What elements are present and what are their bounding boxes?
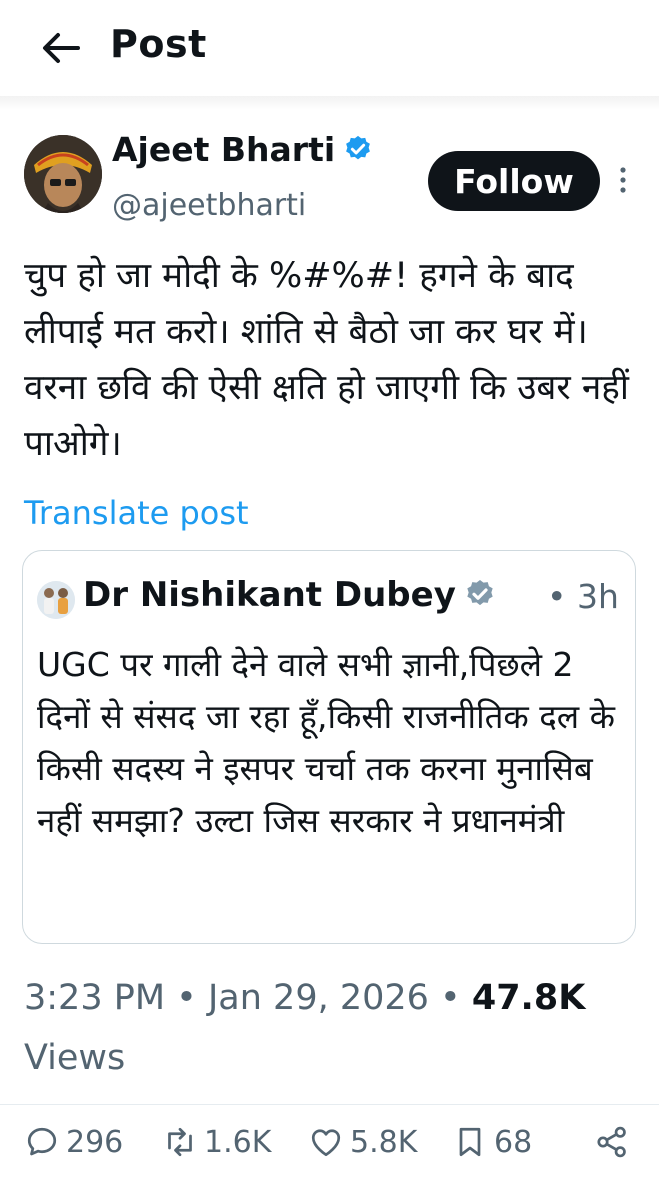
quoted-avatar-image bbox=[37, 581, 75, 619]
quoted-post-time: • 3h bbox=[547, 577, 619, 616]
header-divider bbox=[0, 96, 659, 110]
repost-button[interactable]: 1.6K bbox=[162, 1122, 271, 1162]
quoted-post[interactable]: Dr Nishikant Dubey • 3h UGC पर गाली देने… bbox=[22, 550, 636, 944]
post-time[interactable]: 3:23 PM bbox=[24, 978, 165, 1018]
bookmark-icon bbox=[459, 1127, 481, 1157]
more-vertical-icon bbox=[620, 167, 626, 193]
verified-badge-icon bbox=[346, 135, 371, 160]
views-label: Views bbox=[24, 1038, 126, 1078]
reply-count: 296 bbox=[66, 1124, 124, 1160]
quoted-post-text: UGC पर गाली देने वाले सभी ज्ञानी,पिछले 2… bbox=[37, 645, 615, 840]
quoted-author-name-row: Dr Nishikant Dubey bbox=[83, 575, 496, 615]
reply-icon bbox=[27, 1127, 57, 1156]
author-handle[interactable]: @ajeetbharti bbox=[112, 188, 306, 223]
like-button[interactable]: 5.8K bbox=[308, 1122, 417, 1162]
action-bar: 296 1.6K 5.8K 68 bbox=[0, 1112, 659, 1172]
bookmark-button[interactable]: 68 bbox=[452, 1122, 532, 1162]
post-text: चुप हो जा मोदी के %#%#! हगने के बाद लीपा… bbox=[24, 256, 629, 464]
share-button[interactable] bbox=[594, 1122, 636, 1162]
repost-icon bbox=[168, 1127, 192, 1157]
top-bar: Post bbox=[0, 0, 659, 100]
quoted-author-name: Dr Nishikant Dubey bbox=[83, 575, 456, 615]
verified-badge-icon bbox=[467, 580, 493, 606]
author-name[interactable]: Ajeet Bharti bbox=[112, 130, 335, 169]
follow-button[interactable]: Follow bbox=[428, 151, 600, 211]
author-name-row[interactable]: Ajeet Bharti bbox=[112, 130, 373, 169]
reply-button[interactable]: 296 bbox=[24, 1122, 123, 1162]
bookmark-count: 68 bbox=[494, 1124, 533, 1160]
share-icon bbox=[597, 1126, 626, 1158]
page-title: Post bbox=[110, 22, 207, 66]
back-button[interactable] bbox=[38, 28, 82, 68]
views-count: 47.8K bbox=[471, 978, 586, 1018]
repost-count: 1.6K bbox=[204, 1124, 272, 1160]
arrow-left-icon bbox=[43, 33, 80, 63]
meta-separator: • bbox=[440, 978, 461, 1018]
post-meta: 3:23 PM • Jan 29, 2026 • 47.8K Views bbox=[24, 968, 634, 1088]
meta-separator: • bbox=[176, 978, 197, 1018]
actions-divider bbox=[0, 1104, 659, 1105]
author-avatar[interactable] bbox=[24, 135, 102, 213]
quoted-author-avatar bbox=[37, 581, 75, 619]
translate-post-link[interactable]: Translate post bbox=[24, 494, 249, 532]
like-count: 5.8K bbox=[350, 1124, 418, 1160]
post-date[interactable]: Jan 29, 2026 bbox=[208, 978, 429, 1018]
avatar-image bbox=[24, 135, 102, 213]
more-options-button[interactable] bbox=[614, 162, 632, 202]
heart-icon bbox=[311, 1129, 341, 1157]
